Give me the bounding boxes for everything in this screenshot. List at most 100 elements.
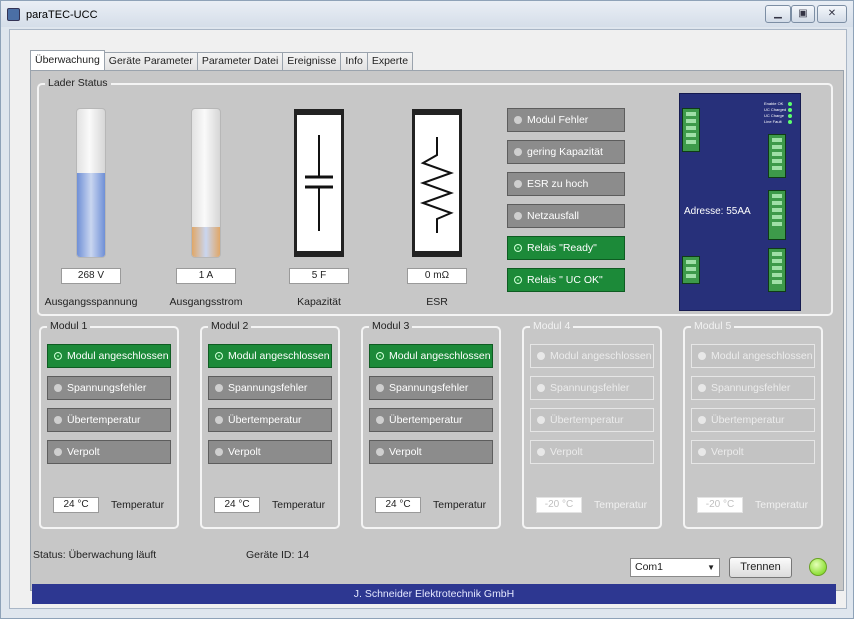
indicator-uebertemperatur: Übertemperatur: [530, 408, 654, 432]
status-dot-icon: [514, 244, 522, 252]
modul-5-group: Modul 5 Modul angeschlossen Spannungsfehle…: [683, 320, 823, 529]
tab-geraete-parameter[interactable]: Geräte Parameter: [103, 52, 198, 70]
minimize-button[interactable]: ▁: [765, 5, 791, 23]
led-label: Enable OK: [764, 101, 784, 106]
status-dot-icon: [54, 448, 62, 456]
status-dot-icon: [376, 352, 384, 360]
led-label: Line Fault: [764, 119, 782, 124]
status-dot-icon: [514, 116, 522, 124]
indicator-modul-angeschlossen: Modul angeschlossen: [47, 344, 171, 368]
status-dot-icon: [514, 180, 522, 188]
com-port-select[interactable]: Com1 ▼: [630, 558, 720, 577]
status-dot-icon: [376, 448, 384, 456]
indicator-spannungsfehler: Spannungsfehler: [530, 376, 654, 400]
modul-2-group: Modul 2 Modul angeschlossen Spannungsfehle…: [200, 320, 340, 529]
status-dot-icon: [698, 448, 706, 456]
device-address: Adresse: 55AA: [684, 206, 751, 217]
app-icon: [7, 8, 20, 21]
indicator-uebertemperatur: Übertemperatur: [691, 408, 815, 432]
maximize-button[interactable]: ▣: [791, 5, 815, 23]
capacity-value: 5 F: [289, 268, 349, 284]
modul-3-group: Modul 3 Modul angeschlossen Spannungsfehle…: [361, 320, 501, 529]
connection-status-led: [809, 558, 827, 576]
status-dot-icon: [514, 148, 522, 156]
indicator-modul-fehler: Modul Fehler: [507, 108, 625, 132]
temperature-label: Temperatur: [594, 499, 648, 511]
terminal-block-icon: [682, 256, 700, 284]
modul-4-group: Modul 4 Modul angeschlossen Spannungsfehle…: [522, 320, 662, 529]
tab-ereignisse[interactable]: Ereignisse: [282, 52, 342, 70]
indicator-modul-angeschlossen: Modul angeschlossen: [530, 344, 654, 368]
status-dot-icon: [514, 276, 522, 284]
indicator-spannungsfehler: Spannungsfehler: [208, 376, 332, 400]
tab-ueberwachung[interactable]: Überwachung: [30, 50, 105, 70]
device-id: Geräte ID: 14: [246, 549, 310, 561]
tab-info[interactable]: Info: [340, 52, 368, 70]
status-dot-icon: [698, 384, 706, 392]
temperature-value: -20 °C: [697, 497, 743, 513]
indicator-spannungsfehler: Spannungsfehler: [369, 376, 493, 400]
terminal-block-icon: [768, 248, 786, 292]
device-image: Enable OK UC Charged UC Charge Line Faul…: [679, 93, 801, 311]
led-icon: [788, 108, 792, 112]
indicator-esr-zu-hoch: ESR zu hoch: [507, 172, 625, 196]
status-dot-icon: [215, 352, 223, 360]
current-gauge-fill: [192, 227, 220, 257]
status-dot-icon: [215, 416, 223, 424]
app-window: paraTEC-UCC ▁ ▣ ✕ Überwachung Geräte Par…: [0, 0, 854, 619]
status-dot-icon: [537, 384, 545, 392]
modul-legend: Modul 2: [208, 320, 252, 332]
status-dot-icon: [54, 384, 62, 392]
voltage-gauge-fill: [77, 172, 105, 257]
lader-status-group: Lader Status 268 V Ausgangsspannung 1 A …: [37, 77, 833, 316]
led-icon: [788, 102, 792, 106]
indicator-modul-angeschlossen: Modul angeschlossen: [208, 344, 332, 368]
capacitor-icon: [294, 109, 344, 257]
terminal-block-icon: [768, 134, 786, 178]
led-label: UC Charge: [764, 113, 785, 118]
status-dot-icon: [376, 416, 384, 424]
tab-parameter-datei[interactable]: Parameter Datei: [196, 52, 284, 70]
status-dot-icon: [215, 384, 223, 392]
resistor-icon: [412, 109, 462, 257]
modul-legend: Modul 1: [47, 320, 91, 332]
led-icon: [788, 120, 792, 124]
modul-legend: Modul 4: [530, 320, 574, 332]
status-text: Status: Überwachung läuft: [33, 549, 157, 561]
status-dot-icon: [54, 352, 62, 360]
status-dot-icon: [54, 416, 62, 424]
lader-status-legend: Lader Status: [45, 77, 111, 89]
temperature-label: Temperatur: [111, 499, 165, 511]
modul-1-group: Modul 1 Modul angeschlossen Spannungsfehle…: [39, 320, 179, 529]
indicator-relais-uc-ok: Relais " UC OK": [507, 268, 625, 292]
chevron-down-icon: ▼: [707, 563, 715, 572]
indicator-verpolt: Verpolt: [47, 440, 171, 464]
status-dot-icon: [698, 416, 706, 424]
voltage-gauge: [76, 108, 106, 258]
close-button[interactable]: ✕: [817, 5, 847, 23]
indicator-verpolt: Verpolt: [691, 440, 815, 464]
temperature-value: 24 °C: [375, 497, 421, 513]
tab-bar: Überwachung Geräte Parameter Parameter D…: [30, 50, 414, 70]
temperature-value: 24 °C: [214, 497, 260, 513]
esr-label: ESR: [426, 296, 448, 308]
modul-legend: Modul 5: [691, 320, 735, 332]
indicator-verpolt: Verpolt: [369, 440, 493, 464]
status-dot-icon: [698, 352, 706, 360]
led-label: UC Charged: [764, 107, 787, 112]
temperature-label: Temperatur: [433, 499, 487, 511]
terminal-block-icon: [682, 108, 700, 152]
terminal-block-icon: [768, 190, 786, 240]
indicator-spannungsfehler: Spannungsfehler: [691, 376, 815, 400]
indicator-relais-ready: Relais "Ready": [507, 236, 625, 260]
disconnect-button[interactable]: Trennen: [729, 557, 792, 578]
current-value: 1 A: [176, 268, 236, 284]
indicator-modul-angeschlossen: Modul angeschlossen: [369, 344, 493, 368]
temperature-value: -20 °C: [536, 497, 582, 513]
indicator-verpolt: Verpolt: [208, 440, 332, 464]
tab-experte[interactable]: Experte: [366, 52, 414, 70]
indicator-uebertemperatur: Übertemperatur: [369, 408, 493, 432]
status-dot-icon: [537, 448, 545, 456]
company-footer: J. Schneider Elektrotechnik GmbH: [32, 584, 836, 604]
temperature-label: Temperatur: [272, 499, 326, 511]
